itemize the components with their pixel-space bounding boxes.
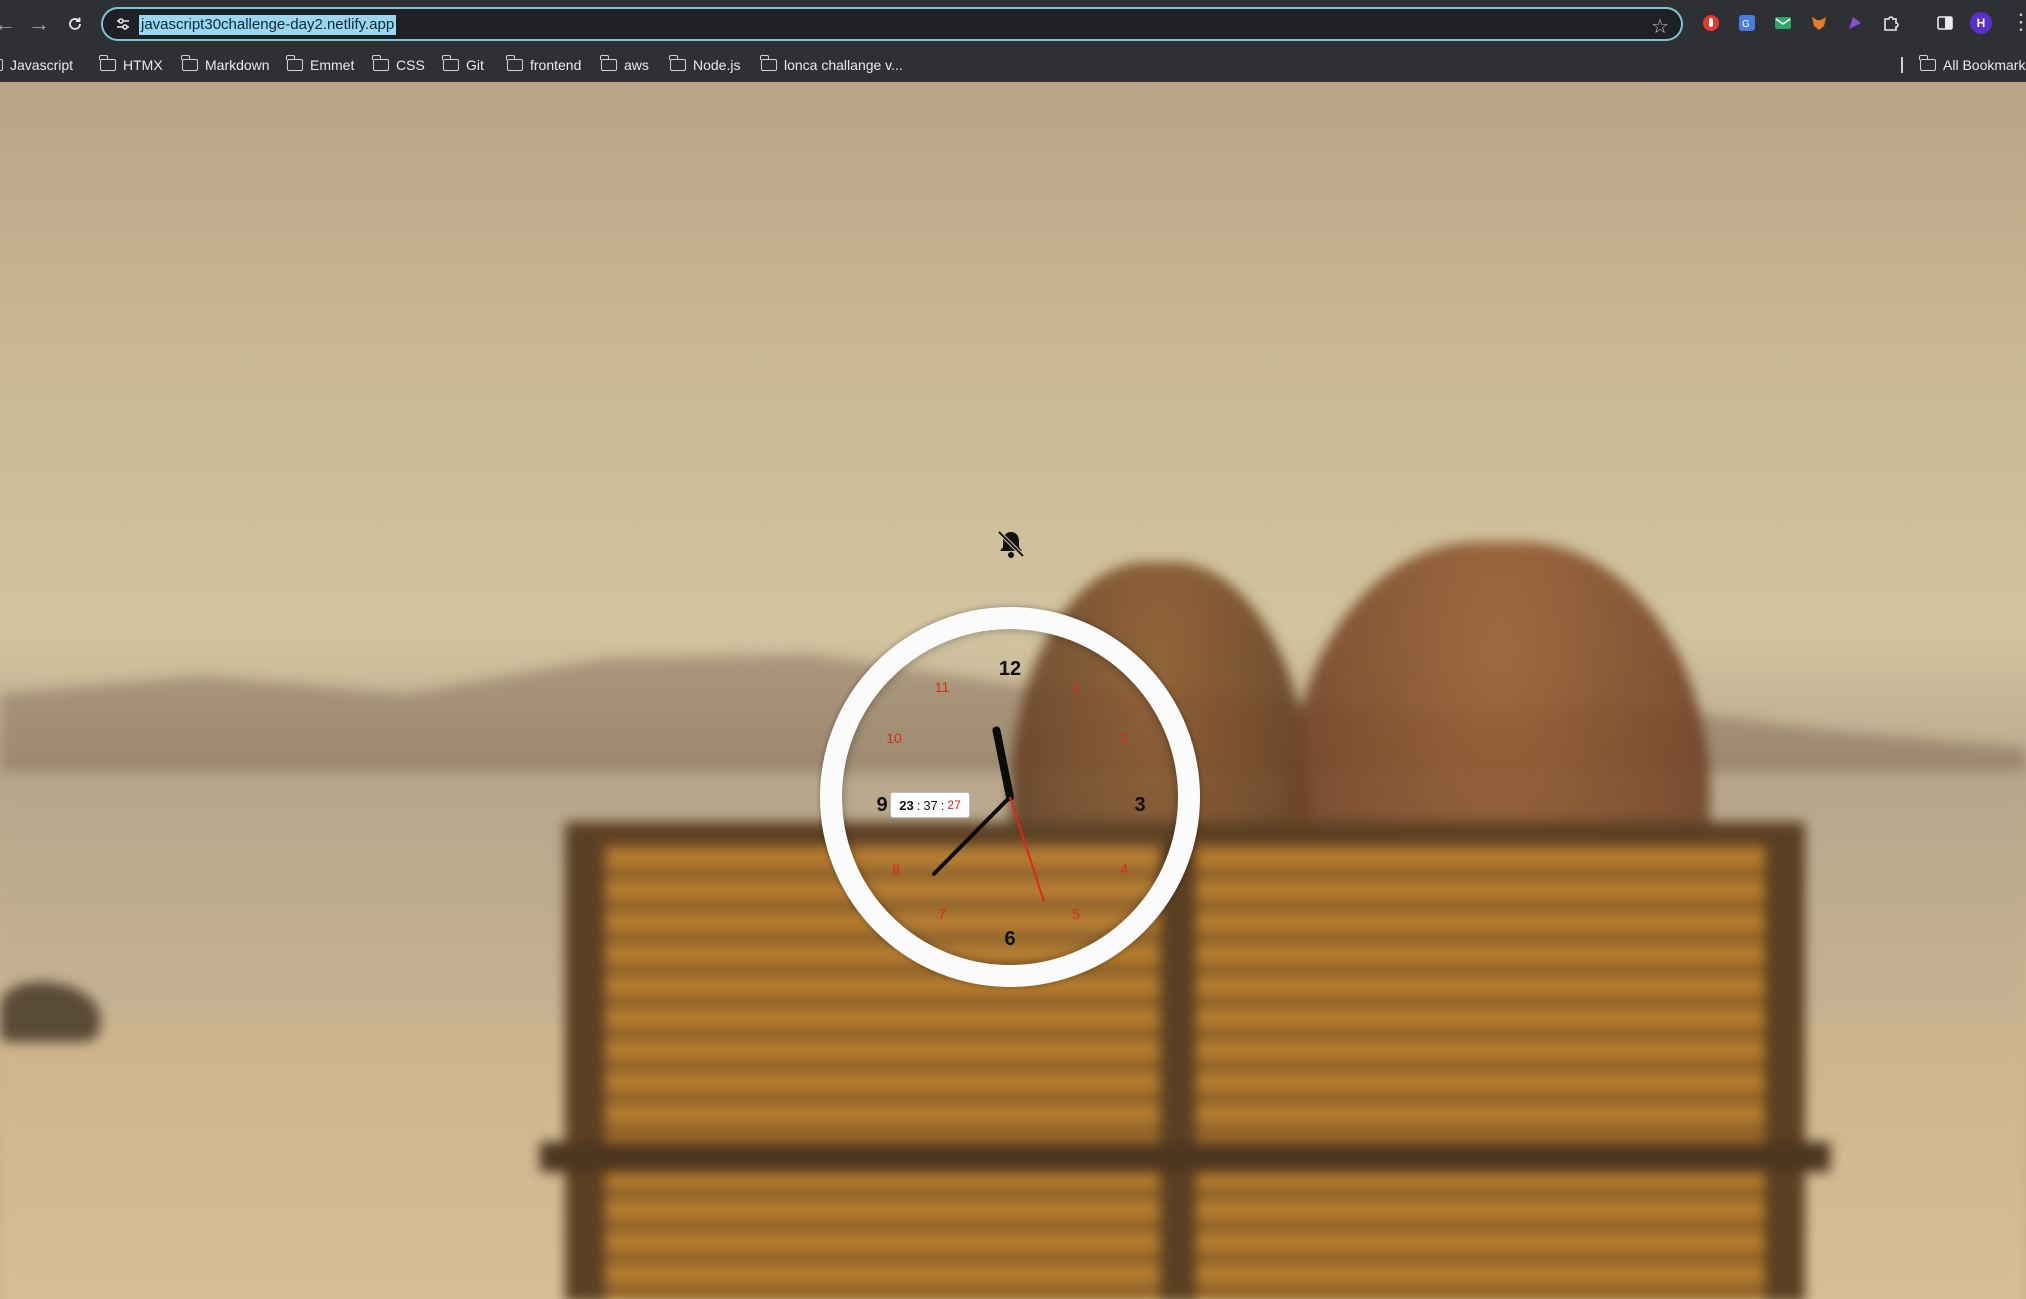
digital-separator: : — [940, 797, 945, 813]
hour-hand — [992, 726, 1014, 801]
svg-text:G: G — [1742, 19, 1750, 30]
bookmark-star-icon[interactable]: ☆ — [1651, 14, 1669, 39]
digital-hours: 23 — [899, 797, 914, 813]
bookmark-folder[interactable]: lonca challange v... — [760, 48, 903, 82]
address-bar[interactable]: javascript30challenge-day2.netlify.app ☆ — [101, 7, 1683, 41]
clock-number-5: 5 — [1072, 906, 1080, 922]
analog-clock: 12 3 6 9 1 2 4 5 7 8 10 11 — [820, 607, 1200, 987]
bookmark-label: Node.js — [693, 57, 741, 73]
back-arrow-icon[interactable]: ← — [0, 7, 22, 41]
clock-number-4: 4 — [1120, 861, 1128, 877]
bookmark-label: CSS — [396, 57, 425, 73]
bookmark-folder[interactable]: Git — [442, 48, 484, 82]
folder-icon — [760, 55, 777, 71]
bookmark-label: All Bookmarks — [1943, 57, 2026, 73]
bookmark-label: frontend — [530, 57, 582, 73]
clock-number-8: 8 — [892, 861, 900, 877]
clock-number-3: 3 — [1134, 794, 1145, 816]
folder-icon — [442, 55, 459, 71]
bookmark-label: HTMX — [123, 57, 163, 73]
bookmark-folder[interactable]: CSS — [372, 48, 425, 82]
folder-icon — [99, 55, 116, 71]
clock-number-9: 9 — [876, 794, 887, 816]
folder-icon — [0, 59, 3, 71]
folder-icon — [669, 55, 686, 71]
all-bookmarks-folder[interactable]: All Bookmarks — [1919, 48, 2026, 82]
clock-number-1: 1 — [1072, 679, 1080, 695]
bookmark-folder[interactable]: Node.js — [669, 48, 741, 82]
bookmark-folder[interactable]: HTMX — [99, 48, 163, 82]
digital-time-display: 23 : 37 : 27 — [890, 792, 970, 818]
mail-extension-icon[interactable] — [1773, 13, 1793, 33]
bookmark-label: Javascript — [10, 57, 74, 73]
folder-icon — [372, 55, 389, 71]
bookmark-folder[interactable]: Emmet — [286, 48, 355, 82]
bookmarks-bar: Javascript HTMX Markdown Emmet CSS Git f… — [0, 48, 2026, 83]
bookmark-folder[interactable]: frontend — [506, 48, 582, 82]
fox-extension-icon[interactable] — [1809, 13, 1829, 33]
profile-avatar[interactable]: H — [1970, 12, 1992, 34]
clock-number-2: 2 — [1120, 730, 1128, 746]
clock-number-7: 7 — [938, 906, 946, 922]
clock-number-12: 12 — [999, 658, 1021, 680]
bookmark-label: Markdown — [205, 57, 270, 73]
bookmark-folder[interactable]: Javascript — [0, 48, 73, 82]
folder-icon — [181, 55, 198, 71]
site-settings-icon[interactable] — [115, 16, 131, 32]
bookmark-label: lonca challange v... — [784, 57, 903, 73]
translate-extension-icon[interactable]: G — [1737, 13, 1757, 33]
folder-icon — [286, 55, 303, 71]
page-viewport: 12 3 6 9 1 2 4 5 7 8 10 11 23 : 37 : 27 — [0, 82, 2026, 1299]
bookmark-folder[interactable]: aws — [600, 48, 649, 82]
digital-seconds: 27 — [947, 798, 961, 812]
background-bench-seat — [540, 1142, 1830, 1172]
bookmarks-divider — [1901, 57, 1903, 73]
second-hand — [1009, 796, 1045, 902]
folder-icon — [506, 55, 523, 71]
purple-extension-icon[interactable] — [1845, 13, 1865, 33]
folder-icon — [1919, 55, 1936, 71]
forward-arrow-icon[interactable]: → — [22, 7, 56, 41]
clock-number-6: 6 — [1004, 928, 1015, 950]
bookmark-label: Git — [466, 57, 484, 73]
bookmark-label: Emmet — [310, 57, 355, 73]
browser-toolbar: ← → javascript30challenge-day2.netlify.a… — [0, 0, 2026, 48]
url-text[interactable]: javascript30challenge-day2.netlify.app — [139, 15, 397, 35]
digital-minutes: 37 — [923, 797, 938, 813]
extensions-puzzle-icon[interactable] — [1881, 13, 1901, 33]
red-extension-icon[interactable] — [1701, 13, 1721, 33]
reload-icon[interactable] — [58, 7, 92, 41]
menu-kebab-icon[interactable]: ⋮ — [2010, 10, 2026, 34]
side-panel-icon[interactable] — [1935, 13, 1955, 33]
bell-muted-icon[interactable] — [993, 526, 1029, 562]
bookmark-label: aws — [624, 57, 649, 73]
digital-separator: : — [916, 797, 921, 813]
clock-number-10: 10 — [886, 730, 902, 746]
bookmark-folder[interactable]: Markdown — [181, 48, 270, 82]
clock-number-11: 11 — [935, 679, 950, 695]
folder-icon — [600, 55, 617, 71]
